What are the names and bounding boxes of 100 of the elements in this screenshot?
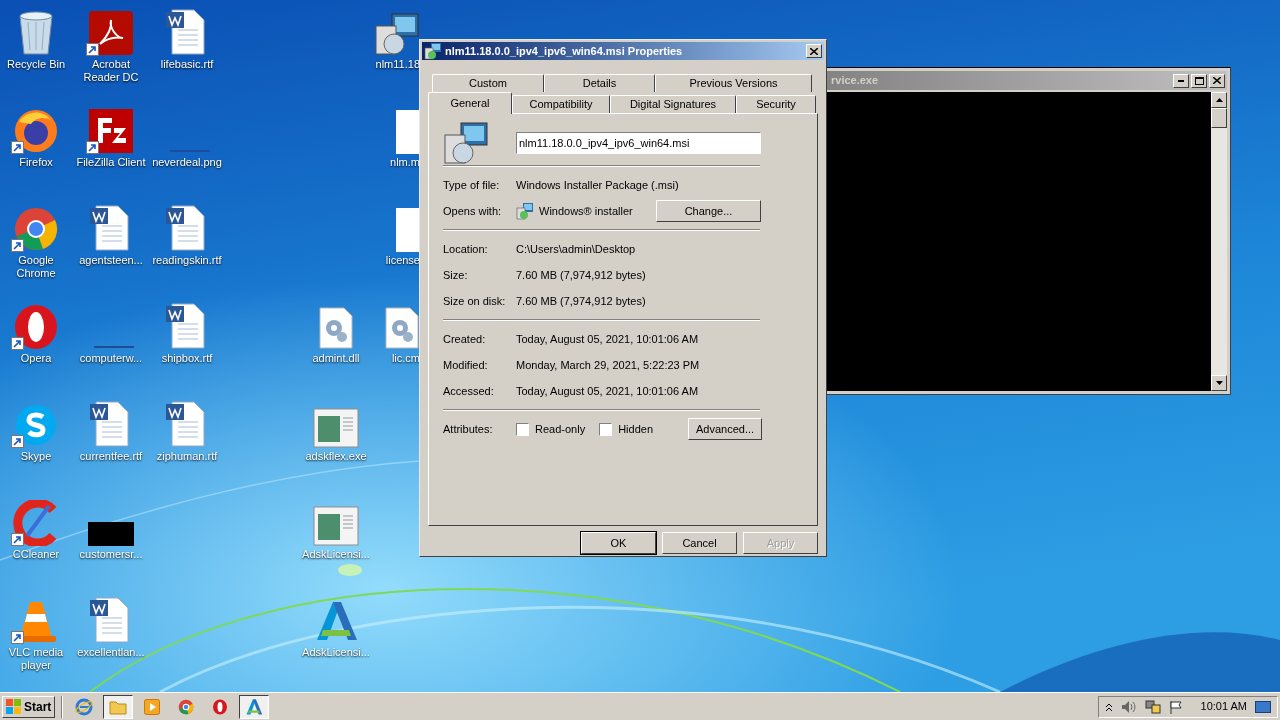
checkbox[interactable] (599, 422, 613, 436)
property-value: C:\Users\admin\Desktop (516, 241, 636, 257)
advanced-button[interactable]: Advanced... (688, 418, 762, 440)
skype-icon (13, 402, 59, 448)
network-icon[interactable] (1144, 699, 1161, 714)
chrome-icon (178, 698, 195, 715)
property-value: 7.60 MB (7,974,912 bytes) (516, 293, 646, 309)
shortcut-arrow-icon (86, 43, 99, 56)
icon-label: FileZilla Client (76, 156, 146, 169)
close-icon (1213, 77, 1221, 84)
taskbar-button[interactable] (103, 694, 134, 719)
shortcut-arrow-icon (11, 239, 24, 252)
icon-label: nlm11.18 (375, 58, 420, 71)
icon-label: AdskLicensi... (302, 646, 370, 659)
opera-icon (212, 698, 229, 715)
icon-label: currentfee.rtf (79, 450, 143, 463)
desktop-icon[interactable]: agentsteen... (76, 202, 146, 267)
ccleaner-icon (13, 500, 59, 546)
dialog-button[interactable]: OK (581, 532, 656, 554)
minimize-icon (1178, 79, 1184, 82)
property-label: Attributes: (443, 421, 494, 437)
taskbar-button[interactable] (239, 694, 270, 719)
property-label: Size on disk: (443, 293, 507, 309)
property-label: Type of file: (443, 177, 501, 193)
document-icon (396, 208, 420, 252)
property-label: Created: (443, 331, 487, 347)
shortcut-arrow-icon (11, 435, 24, 448)
windows-logo-icon (6, 699, 22, 714)
icon-label: admint.dll (312, 352, 360, 365)
maximize-button[interactable] (1191, 73, 1207, 88)
clock[interactable]: 10:01 AM (1200, 698, 1247, 715)
desktop-icon[interactable]: lifebasic.rtf (152, 6, 222, 71)
tab[interactable]: Previous Versions (655, 74, 812, 92)
icon-label: Google Chrome (15, 254, 57, 280)
flag-icon[interactable] (1168, 699, 1183, 714)
shortcut-arrow-icon (86, 141, 99, 154)
desktop-icon[interactable]: Opera (1, 300, 71, 365)
icon-label: Firefox (19, 156, 53, 169)
maximize-icon (1194, 76, 1204, 85)
scrollbar-thumb[interactable] (1211, 108, 1227, 128)
close-button[interactable] (1209, 73, 1225, 88)
desktop-icon[interactable]: nlm.m (372, 104, 420, 169)
icon-label: license (385, 254, 420, 267)
desktop-icon[interactable]: shipbox.rtf (152, 300, 222, 365)
up-arrow-icon (1215, 98, 1223, 102)
tab[interactable]: Digital Signatures (610, 95, 736, 113)
icon-label: computerw... (79, 352, 143, 365)
desktop-icon[interactable]: admint.dll (301, 300, 371, 365)
speaker-icon[interactable] (1120, 699, 1137, 714)
firefox-icon (13, 108, 59, 154)
tab[interactable]: Compatibility (512, 95, 610, 113)
folder-icon (109, 698, 128, 715)
icon-label: Acrobat Reader DC (82, 58, 140, 84)
icon-label: shipbox.rtf (161, 352, 213, 365)
tab[interactable]: Details (544, 74, 655, 92)
property-value: Today, August 05, 2021, 10:01:06 AM (516, 331, 699, 347)
tab[interactable]: General (428, 92, 512, 114)
program-window-icon (313, 506, 359, 546)
start-button[interactable]: Start (2, 695, 56, 718)
property-label: Size: (443, 267, 469, 283)
desktop-icon[interactable]: Recycle Bin (1, 6, 71, 71)
shortcut-arrow-icon (11, 533, 24, 546)
desktop-icon[interactable]: Acrobat Reader DC (76, 6, 146, 84)
desktop-icon[interactable]: FileZilla Client (76, 104, 146, 169)
tab[interactable]: Security (736, 95, 816, 113)
scrollbar[interactable] (1211, 92, 1227, 391)
icon-label: CCleaner (12, 548, 60, 561)
installer-icon (443, 121, 489, 165)
chevron-up-icon[interactable] (1104, 701, 1113, 712)
desktop-icon[interactable]: Skype (1, 398, 71, 463)
change-button[interactable]: Change... (656, 200, 761, 222)
property-value: Today, August 05, 2021, 10:01:06 AM (516, 383, 699, 399)
property-label: Accessed: (443, 383, 495, 399)
chrome-icon (13, 206, 59, 252)
icon-label: Recycle Bin (6, 58, 66, 71)
desktop-icon[interactable]: license (372, 202, 420, 267)
icon-label: customersr... (79, 548, 143, 561)
close-button[interactable] (806, 44, 822, 58)
file-name-field[interactable]: nlm11.18.0.0_ipv4_ipv6_win64.msi (516, 132, 761, 154)
icon-label: excellentlan... (77, 646, 145, 659)
desktop-icon[interactable]: nlm11.18 (372, 6, 420, 71)
tab[interactable]: Custom (432, 74, 544, 92)
installer-icon (374, 12, 420, 56)
desktop-icon[interactable]: Google Chrome (1, 202, 71, 280)
checkbox-label: Read-only (535, 421, 586, 437)
thumbnail-icon (88, 522, 134, 546)
show-desktop-icon[interactable] (1255, 700, 1271, 713)
desktop-icon[interactable]: neverdeal.png (152, 104, 222, 169)
desktop-icon[interactable]: readingskin.rtf (152, 202, 222, 267)
desktop-icon[interactable]: Firefox (1, 104, 71, 169)
desktop-icon[interactable]: computerw... (76, 300, 146, 365)
filezilla-icon (88, 108, 134, 154)
play-icon (144, 698, 161, 715)
property-label: Opens with: (443, 203, 503, 219)
dialog-button[interactable]: Cancel (662, 532, 737, 554)
minimize-button[interactable] (1173, 73, 1189, 88)
desktop-icon[interactable]: lic.cm (372, 300, 420, 365)
property-value: Monday, March 29, 2021, 5:22:23 PM (516, 357, 700, 373)
icon-label: Skype (20, 450, 52, 463)
checkbox[interactable] (516, 422, 529, 436)
